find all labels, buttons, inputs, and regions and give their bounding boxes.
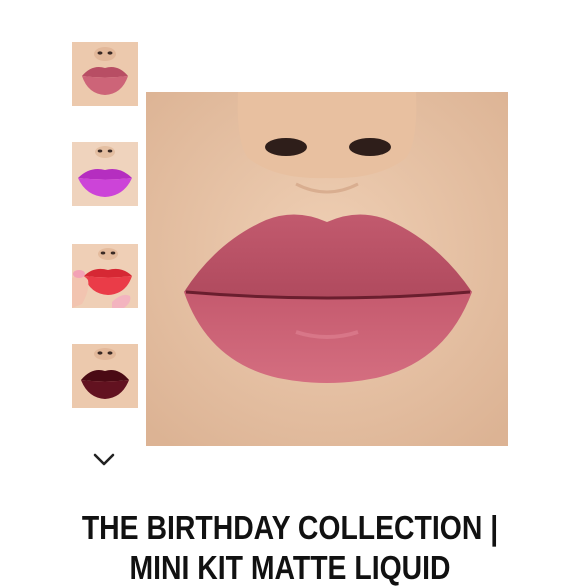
thumbnail-shade-3[interactable] — [72, 244, 138, 308]
thumbnail-shade-1[interactable] — [72, 42, 138, 106]
thumbnail-shade-2[interactable] — [72, 142, 138, 206]
product-title: THE BIRTHDAY COLLECTION | MINI KIT MATTE… — [41, 508, 540, 588]
product-title-line-2: MINI KIT MATTE LIQUID — [129, 549, 451, 586]
chevron-down-icon — [93, 453, 115, 466]
main-product-image[interactable] — [146, 92, 508, 446]
thumbnail-shade-4[interactable] — [72, 344, 138, 408]
thumbnail-scroll-down-button[interactable] — [90, 448, 118, 470]
product-title-line-1: THE BIRTHDAY COLLECTION | — [81, 509, 499, 546]
